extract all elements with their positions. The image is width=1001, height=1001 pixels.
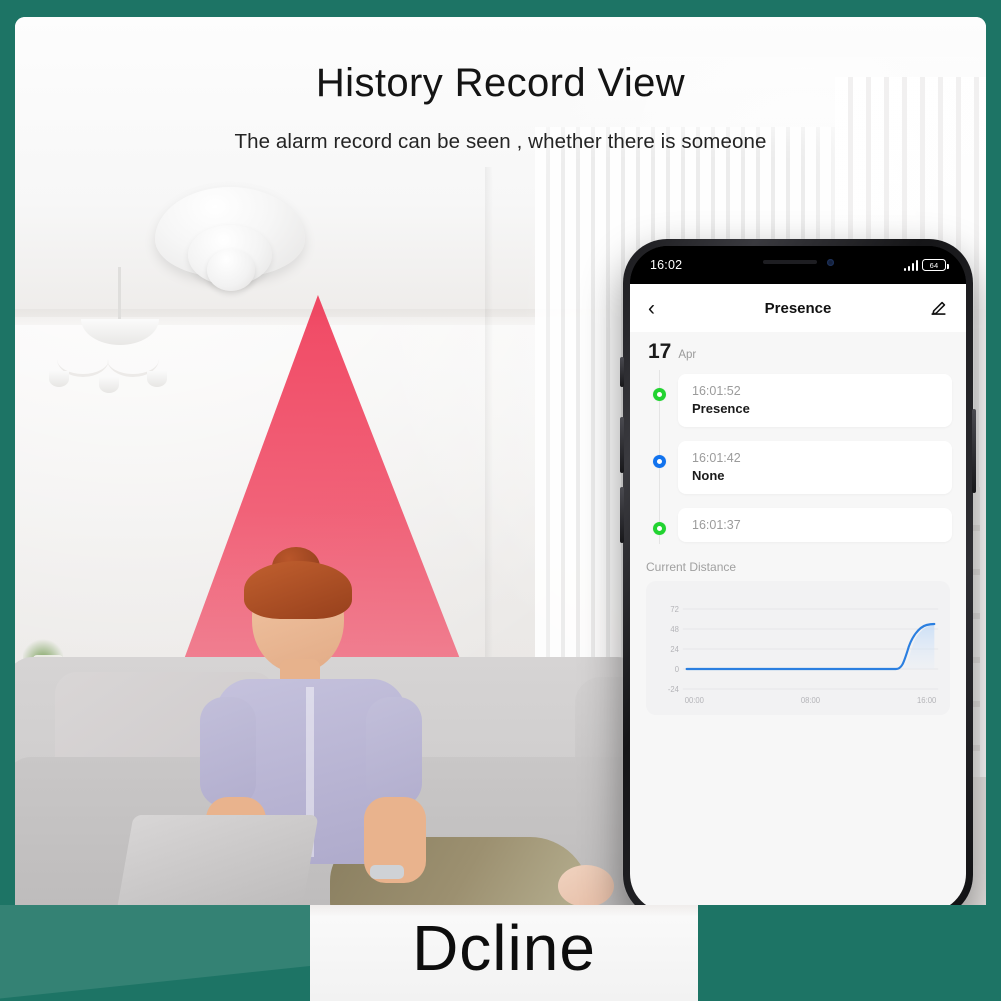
record-card[interactable]: 16:01:37	[678, 508, 952, 542]
pencil-edit-icon[interactable]	[924, 299, 948, 318]
record-timeline: 16:01:52 Presence 16:01:42 None 16:01:37	[630, 370, 966, 556]
chevron-left-icon[interactable]: ‹	[648, 298, 672, 319]
status-bar-indicators: 64	[903, 259, 949, 271]
chart-series-line	[685, 622, 936, 671]
phone-silent-switch[interactable]	[620, 357, 624, 387]
page-title: Presence	[764, 299, 832, 317]
svg-text:16:00: 16:00	[917, 696, 937, 705]
record-time: 16:01:37	[692, 518, 741, 532]
app-screen: ‹ Presence 17 Apr 16:01:52 Presence 16:0…	[630, 284, 966, 912]
chart-y-axis: 72 48 24 0 -24	[668, 605, 680, 694]
chart-container[interactable]: 72 48 24 0 -24 00:00 08:00 16:00	[646, 581, 950, 715]
record-status: None	[692, 468, 725, 483]
chart-gridlines	[682, 608, 939, 690]
record-card[interactable]: 16:01:52 Presence	[678, 374, 952, 427]
phone-volume-up-button[interactable]	[620, 417, 624, 473]
ceiling-presence-sensor	[155, 187, 305, 312]
current-distance-chart: 72 48 24 0 -24 00:00 08:00 16:00	[668, 605, 939, 705]
record-time: 16:01:52	[692, 384, 741, 398]
brand-card: Dcline	[310, 905, 698, 1001]
earpiece-speaker-icon	[762, 260, 817, 264]
status-bar-time: 16:02	[650, 258, 683, 272]
current-distance-section: Current Distance 72 48 24 0 -24 00:00 08…	[630, 556, 966, 715]
front-camera-icon	[826, 258, 834, 266]
person-on-sofa	[112, 547, 614, 921]
battery-level: 64	[929, 260, 939, 270]
status-dot-blue	[653, 455, 666, 468]
list-item[interactable]: 16:01:37	[644, 508, 952, 542]
svg-text:24: 24	[670, 645, 679, 654]
signal-bars-icon	[903, 259, 918, 271]
date-day: 17	[648, 340, 672, 363]
phone-volume-down-button[interactable]	[620, 487, 624, 543]
date-header: 17 Apr	[630, 332, 966, 370]
date-month: Apr	[678, 349, 697, 361]
list-item[interactable]: 16:01:52 Presence	[644, 374, 952, 427]
svg-text:08:00: 08:00	[801, 696, 821, 705]
svg-text:48: 48	[670, 625, 679, 634]
list-item[interactable]: 16:01:42 None	[644, 441, 952, 494]
record-status: Presence	[692, 401, 750, 416]
phone-notch	[723, 250, 873, 274]
poster-frame: 16:02 64 ‹ Presence 17 Apr 16:01:52 Pres…	[0, 0, 1001, 1001]
svg-text:-24: -24	[668, 685, 680, 694]
phone-power-button[interactable]	[972, 409, 976, 493]
phone-mockup: 16:02 64 ‹ Presence 17 Apr 16:01:52 Pres…	[620, 239, 976, 919]
page-headline: History Record View	[315, 61, 686, 105]
record-time: 16:01:42	[692, 451, 741, 465]
status-dot-green	[653, 388, 666, 401]
chart-x-axis: 00:00 08:00 16:00	[685, 696, 937, 705]
battery-icon: 64	[922, 259, 949, 271]
svg-text:72: 72	[670, 605, 679, 614]
page-subheadline: The alarm record can be seen , whether t…	[234, 130, 767, 153]
status-dot-green	[653, 522, 666, 535]
chart-title: Current Distance	[646, 560, 737, 574]
record-card[interactable]: 16:01:42 None	[678, 441, 952, 494]
room-photo: 16:02 64 ‹ Presence 17 Apr 16:01:52 Pres…	[15, 17, 986, 921]
svg-text:00:00: 00:00	[685, 696, 705, 705]
svg-text:0: 0	[675, 665, 680, 674]
brand-band: Dcline	[0, 905, 1001, 1001]
brand-name: Dcline	[412, 912, 596, 984]
app-bar: ‹ Presence	[630, 284, 966, 332]
status-bar: 16:02 64	[630, 246, 966, 284]
